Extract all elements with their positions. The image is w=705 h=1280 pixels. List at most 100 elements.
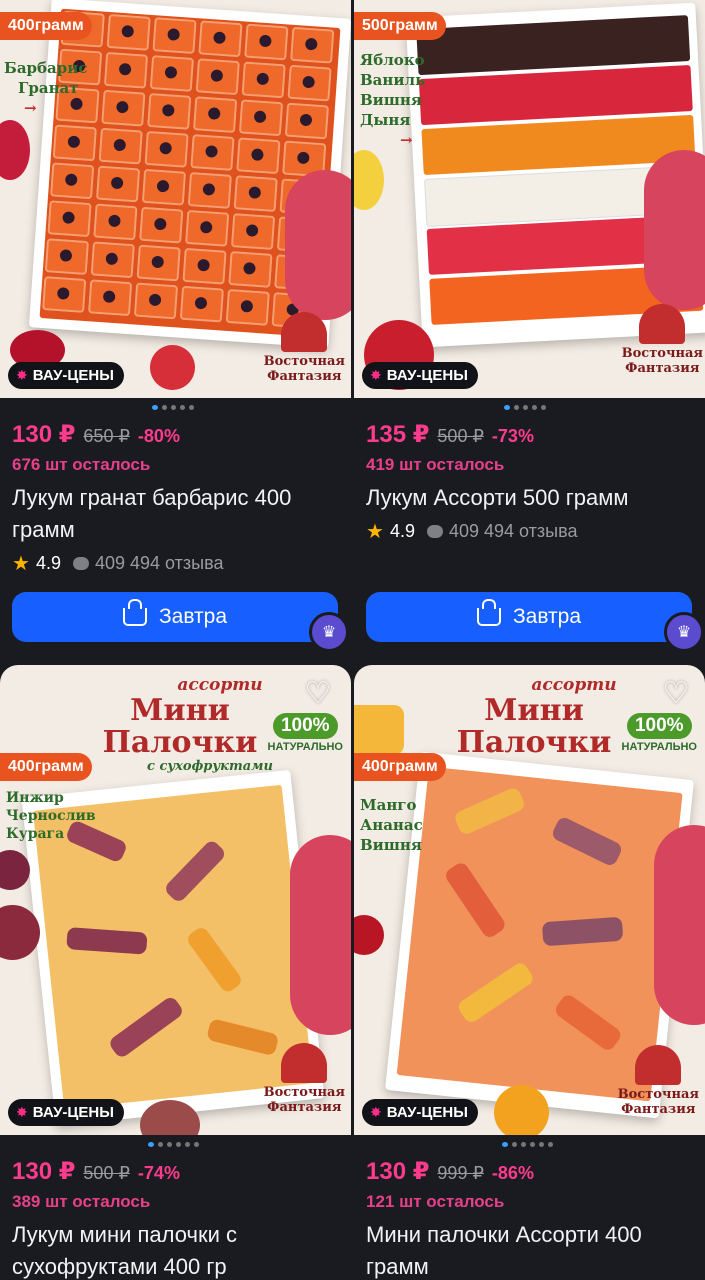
lokum-piece xyxy=(141,168,187,206)
product-image[interactable]: ассорти Мини Палочки 100% НАТУРАЛЬНО 400… xyxy=(354,665,705,1135)
crown-icon[interactable]: ♛ xyxy=(309,612,349,652)
product-title[interactable]: Лукум Ассорти 500 грамм xyxy=(366,482,695,514)
product-image[interactable]: 400грамм Барбарис Гранат → Восточная Фан… xyxy=(0,0,351,398)
heart-icon[interactable]: ♡ xyxy=(301,679,335,709)
lokum-piece xyxy=(144,130,189,168)
rating-value: 4.9 xyxy=(389,521,415,541)
lokum-piece xyxy=(149,55,195,92)
banner-title: ассорти Мини Палочки xyxy=(456,675,617,760)
flavor-label: Гранат xyxy=(18,79,79,97)
brand-logo: Восточная Фантазия xyxy=(264,1043,345,1115)
price-row: 130 ₽ 500 ₽ -74% xyxy=(12,1157,180,1186)
badge-label: ВАУ-ЦЕНЫ xyxy=(386,367,468,384)
flavor-label: Манго xyxy=(360,796,417,814)
price-row: 135 ₽ 500 ₽ -73% xyxy=(366,420,534,449)
current-price: 130 ₽ xyxy=(366,1158,430,1185)
wow-price-badge: ✸ ВАУ-ЦЕНЫ xyxy=(8,1099,124,1126)
natural-badge: 100% НАТУРАЛЬНО xyxy=(621,713,697,753)
lokum-piece xyxy=(230,213,276,250)
discount: -74% xyxy=(137,1163,180,1183)
lokum-piece xyxy=(182,247,227,285)
heart-icon[interactable]: ♡ xyxy=(659,679,693,709)
lokum-piece xyxy=(185,209,230,247)
lokum-piece xyxy=(103,51,149,89)
delivery-button[interactable]: Завтра xyxy=(366,592,692,642)
lokum-piece xyxy=(95,165,141,203)
flavor-label: Барбарис xyxy=(4,59,88,77)
lokum-piece xyxy=(42,276,87,313)
lokum-piece xyxy=(284,102,330,140)
lokum-piece xyxy=(290,26,335,64)
product-card[interactable]: ассорти Мини Палочки 100% НАТУРАЛЬНО 400… xyxy=(354,665,705,1280)
image-pager xyxy=(152,405,194,410)
flavor-label: Ананас xyxy=(360,816,423,834)
weight-badge: 400грамм xyxy=(354,753,446,781)
badge-label: ВАУ-ЦЕНЫ xyxy=(32,1104,114,1121)
lokum-piece xyxy=(244,23,289,61)
sparkle-icon: ✸ xyxy=(16,1104,28,1120)
product-card[interactable]: 500грамм Яблоко Ваниль Вишня Дыня → Вост… xyxy=(354,0,705,655)
flavor-label: Курага xyxy=(6,826,65,842)
current-price: 135 ₽ xyxy=(366,421,430,448)
lokum-piece xyxy=(47,200,92,238)
price-row: 130 ₽ 650 ₽ -80% xyxy=(12,420,180,449)
star-icon: ★ xyxy=(366,521,384,543)
wow-price-badge: ✸ ВАУ-ЦЕНЫ xyxy=(8,362,124,389)
image-pager xyxy=(504,405,546,410)
rating-row: ★ 4.9 409 494 отзыва xyxy=(12,551,223,576)
stock-left: 389 шт осталось xyxy=(12,1192,151,1211)
sparkle-icon: ✸ xyxy=(370,367,382,383)
product-image[interactable]: ассорти Мини Палочки с сухофруктами 100%… xyxy=(0,665,351,1135)
lokum-piece xyxy=(192,96,238,134)
current-price: 130 ₽ xyxy=(12,421,76,448)
product-title[interactable]: Лукум мини палочки с сухофруктами 400 гр xyxy=(12,1219,341,1280)
stock-left: 419 шт осталось xyxy=(366,455,505,474)
delivery-label: Завтра xyxy=(158,605,228,628)
image-pager xyxy=(502,1142,553,1147)
lokum-piece xyxy=(52,124,97,162)
lokum-piece xyxy=(179,285,225,323)
lokum-piece xyxy=(228,251,273,288)
lokum-piece xyxy=(106,13,151,51)
lokum-piece xyxy=(287,64,332,102)
lokum-piece xyxy=(101,89,146,127)
star-icon: ★ xyxy=(12,553,30,575)
product-title[interactable]: Лукум гранат барбарис 400 грамм xyxy=(12,482,341,546)
product-card[interactable]: ассорти Мини Палочки с сухофруктами 100%… xyxy=(0,665,351,1280)
flavor-label: Чернослив xyxy=(6,808,96,824)
product-card[interactable]: 400грамм Барбарис Гранат → Восточная Фан… xyxy=(0,0,351,655)
stock-left: 676 шт осталось xyxy=(12,455,151,474)
brand-logo: Восточная Фантазия xyxy=(622,304,703,376)
basket-icon xyxy=(122,599,147,626)
badge-label: ВАУ-ЦЕНЫ xyxy=(32,367,114,384)
lokum-piece xyxy=(195,58,240,96)
lokum-piece xyxy=(152,17,197,55)
crown-icon[interactable]: ♛ xyxy=(664,612,704,652)
basket-icon xyxy=(476,599,501,626)
old-price: 500 ₽ xyxy=(437,426,484,446)
lokum-piece xyxy=(190,134,235,171)
delivery-button[interactable]: Завтра xyxy=(12,592,338,642)
lokum-piece xyxy=(44,238,90,276)
flavor-list: Яблоко Ваниль Вишня Дыня → xyxy=(360,51,426,149)
flavor-label: Яблоко xyxy=(360,51,425,69)
lokum-piece xyxy=(236,137,281,175)
lokum-piece xyxy=(238,99,284,137)
discount: -86% xyxy=(491,1163,534,1183)
product-image[interactable]: 500грамм Яблоко Ваниль Вишня Дыня → Вост… xyxy=(354,0,705,398)
lokum-piece xyxy=(233,175,278,213)
natural-badge: 100% НАТУРАЛЬНО xyxy=(267,713,343,753)
delivery-label: Завтра xyxy=(512,605,582,628)
flavor-label: Вишня xyxy=(360,91,422,109)
image-pager xyxy=(148,1142,199,1147)
flavor-list: Инжир Чернослив Курага xyxy=(6,789,96,843)
lokum-piece xyxy=(198,20,243,58)
flavor-label: Инжир xyxy=(6,790,64,806)
flavor-label: Вишня xyxy=(360,836,422,854)
product-title[interactable]: Мини палочки Ассорти 400 грамм xyxy=(366,1219,695,1280)
lokum-piece xyxy=(187,172,232,209)
price-row: 130 ₽ 999 ₽ -86% xyxy=(366,1157,534,1186)
lokum-piece xyxy=(139,206,184,244)
wow-price-badge: ✸ ВАУ-ЦЕНЫ xyxy=(362,1099,478,1126)
lokum-piece xyxy=(133,282,179,320)
